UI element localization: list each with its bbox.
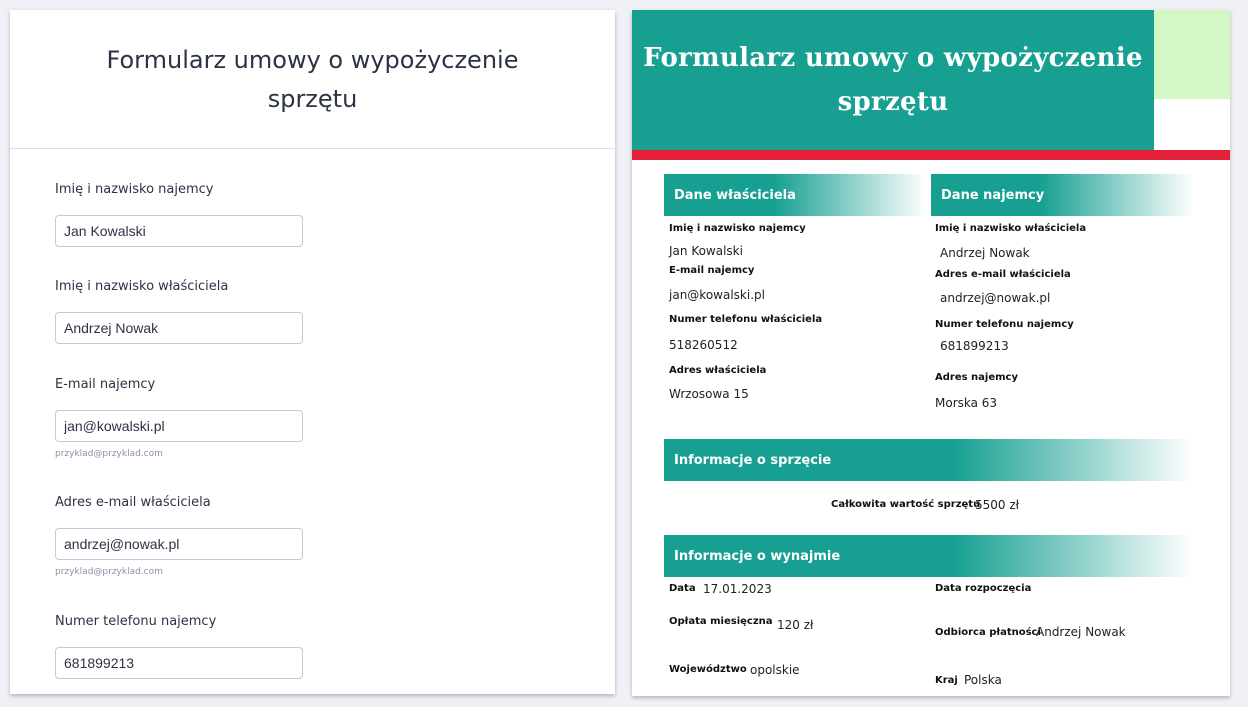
renter-row-value: Morska 63 <box>935 396 998 410</box>
rental-region-value: opolskie <box>750 663 800 677</box>
section-equipment-heading: Informacje o sprzęcie <box>664 439 1194 481</box>
field-label: Numer telefonu najemcy <box>55 614 217 629</box>
rental-date-label: Data <box>669 583 696 594</box>
owner-row-label: Imię i nazwisko najemcy <box>669 223 806 234</box>
rental-payee-value: Andrzej Nowak <box>1036 625 1126 639</box>
field-owner-email: Adres e-mail właściciela przyklad@przykl… <box>55 495 455 577</box>
renter-row-label: Adres najemcy <box>935 372 1018 383</box>
field-owner-name: Imię i nazwisko właściciela <box>55 279 455 344</box>
owner-row-value: Wrzosowa 15 <box>669 387 749 401</box>
owner-row-label: Adres właściciela <box>669 365 767 376</box>
field-hint: przyklad@przyklad.com <box>55 449 163 459</box>
renter-row-label: Adres e-mail właściciela <box>935 269 1071 280</box>
renter-row-value: 681899213 <box>940 339 1009 353</box>
form-title: Formularz umowy o wypożyczenie sprzętu <box>106 46 519 113</box>
rental-fee-label: Opłata miesięczna <box>669 616 773 627</box>
doc-red-divider <box>632 150 1230 160</box>
field-renter-name: Imię i nazwisko najemcy <box>55 182 455 247</box>
rental-start-label: Data rozpoczęcia <box>935 583 1032 594</box>
field-label: Adres e-mail właściciela <box>55 495 211 510</box>
rental-fee-value: 120 zł <box>777 618 814 632</box>
section-rental-heading: Informacje o wynajmie <box>664 535 1194 577</box>
renter-name-input[interactable] <box>55 215 303 247</box>
owner-email-input[interactable] <box>55 528 303 560</box>
rental-date-value: 17.01.2023 <box>703 582 772 596</box>
rental-region-label: Województwo <box>669 664 747 675</box>
renter-row-label: Imię i nazwisko właściciela <box>935 223 1087 234</box>
renter-row-value: Andrzej Nowak <box>940 246 1030 260</box>
field-label: Imię i nazwisko właściciela <box>55 279 229 294</box>
rental-payee-label: Odbiorca płatności <box>935 627 1041 638</box>
doc-title-banner: Formularz umowy o wypożyczenie sprzętu <box>632 10 1154 150</box>
owner-row-label: E-mail najemcy <box>669 265 755 276</box>
equipment-total-label: Całkowita wartość sprzętu <box>831 499 981 510</box>
field-label: E-mail najemcy <box>55 377 156 392</box>
rental-country-value: Polska <box>964 673 1002 687</box>
field-renter-phone: Numer telefonu najemcy <box>55 614 455 679</box>
doc-corner-decoration <box>1154 10 1230 99</box>
owner-row-value: Jan Kowalski <box>669 244 743 258</box>
rental-country-label: Kraj <box>935 675 958 686</box>
field-renter-email: E-mail najemcy przyklad@przyklad.com <box>55 377 455 459</box>
renter-row-value: andrzej@nowak.pl <box>940 291 1051 305</box>
renter-phone-input[interactable] <box>55 647 303 679</box>
owner-row-value: jan@kowalski.pl <box>669 288 765 302</box>
owner-row-label: Numer telefonu właściciela <box>669 314 823 325</box>
section-renter-heading: Dane najemcy <box>931 174 1193 216</box>
field-label: Imię i nazwisko najemcy <box>55 182 214 197</box>
renter-email-input[interactable] <box>55 410 303 442</box>
owner-name-input[interactable] <box>55 312 303 344</box>
renter-row-label: Numer telefonu najemcy <box>935 319 1074 330</box>
form-panel: Formularz umowy o wypożyczenie sprzętu I… <box>10 10 615 694</box>
section-owner-heading: Dane właściciela <box>664 174 926 216</box>
field-hint: przyklad@przyklad.com <box>55 567 163 577</box>
document-preview: Formularz umowy o wypożyczenie sprzętu D… <box>632 10 1230 696</box>
form-header: Formularz umowy o wypożyczenie sprzętu <box>10 10 615 149</box>
doc-title: Formularz umowy o wypożyczenie sprzętu <box>643 43 1143 117</box>
equipment-total-value: 5500 zł <box>975 498 1020 512</box>
owner-row-value: 518260512 <box>669 338 738 352</box>
